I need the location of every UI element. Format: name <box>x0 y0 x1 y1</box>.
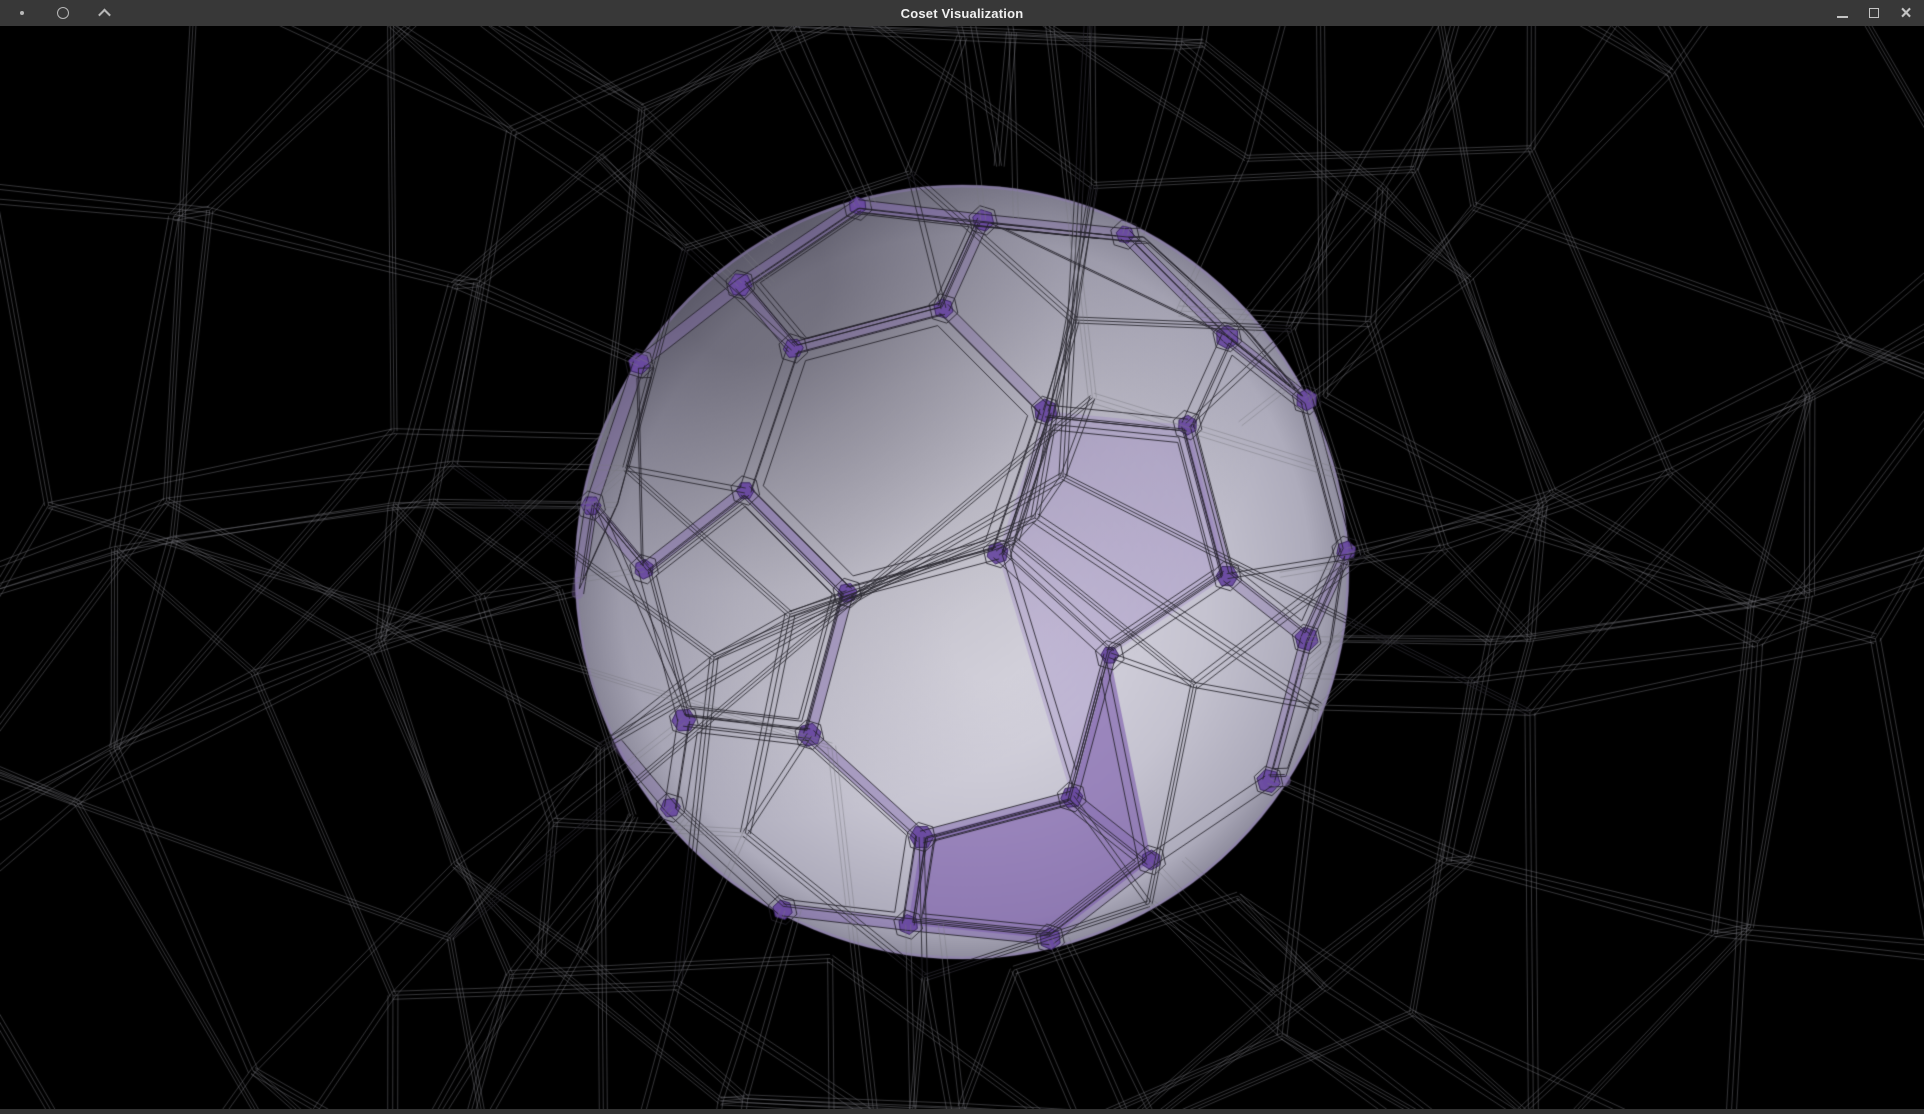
close-button[interactable]: × <box>1894 1 1918 25</box>
app-window: Coset Visualization × <box>0 0 1924 1114</box>
menu-dot-icon[interactable] <box>10 1 34 25</box>
dot-icon <box>20 11 24 15</box>
chevron-glyph-icon <box>98 8 111 21</box>
circle-icon[interactable] <box>51 1 75 25</box>
maximize-icon <box>1869 8 1879 18</box>
titlebar-left-icons <box>6 0 116 26</box>
minimize-icon <box>1837 16 1848 18</box>
titlebar[interactable]: Coset Visualization × <box>0 0 1924 26</box>
close-icon: × <box>1900 4 1911 23</box>
coset-3d-canvas[interactable] <box>0 26 1924 1109</box>
window-controls: × <box>1830 0 1918 26</box>
circle-glyph-icon <box>57 7 69 19</box>
window-bottom-border <box>0 1109 1924 1114</box>
window-title: Coset Visualization <box>901 6 1024 21</box>
viewport[interactable] <box>0 26 1924 1109</box>
minimize-button[interactable] <box>1830 1 1854 25</box>
chevron-up-icon[interactable] <box>92 1 116 25</box>
maximize-button[interactable] <box>1862 1 1886 25</box>
